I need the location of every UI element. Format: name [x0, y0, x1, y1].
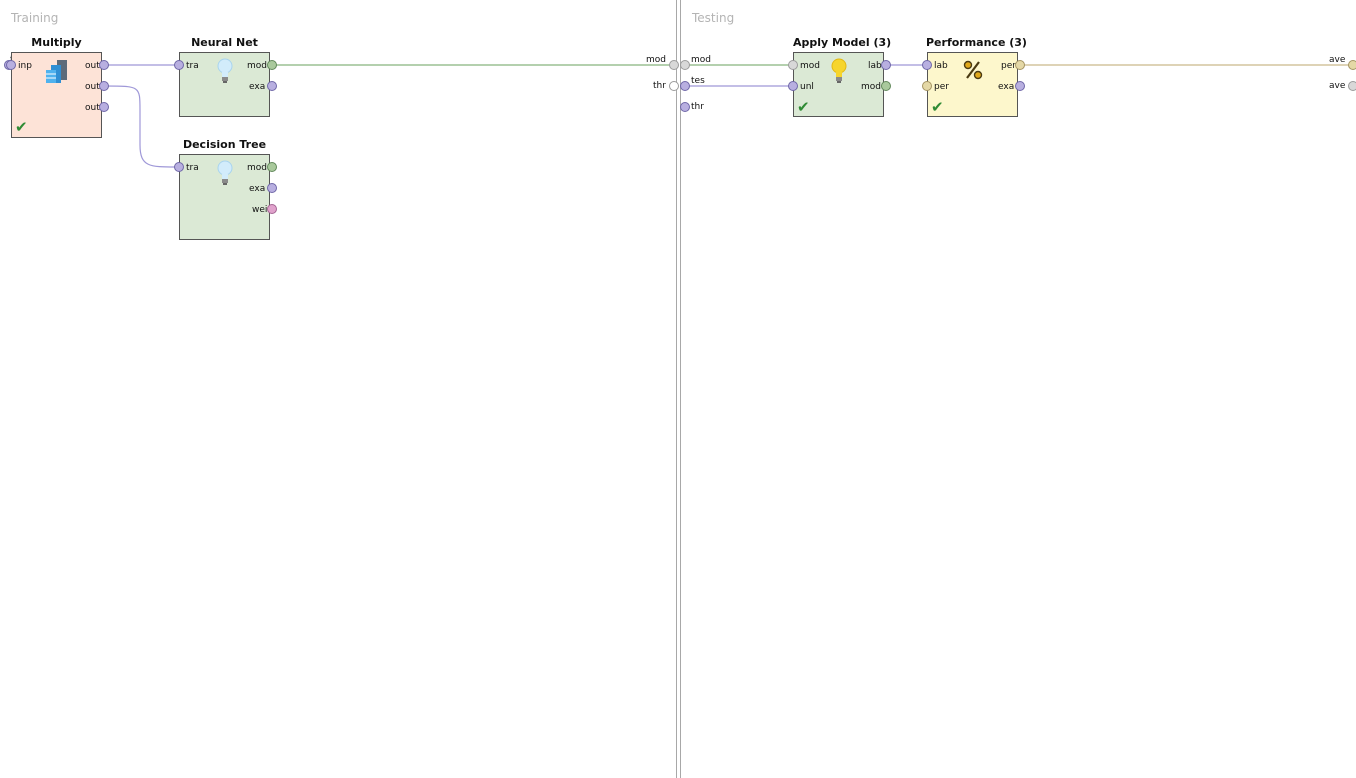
testing-mod-input-port[interactable] — [680, 60, 690, 70]
decision-tree-mod-label: mod — [247, 163, 267, 173]
testing-ave-output-port-2[interactable] — [1348, 81, 1356, 91]
performance-exa-label: exa — [998, 82, 1015, 92]
neural-net-tra-label: tra — [186, 61, 199, 71]
multiply-out3-label: out — [85, 103, 100, 113]
multiply-out2-port[interactable] — [99, 81, 109, 91]
multiply-out3-port[interactable] — [99, 102, 109, 112]
decision-tree-exa-label: exa — [249, 184, 266, 194]
apply-model-unl-port[interactable] — [788, 81, 798, 91]
multiply-inp-port[interactable] — [6, 60, 16, 70]
testing-tes-input-port[interactable] — [680, 81, 690, 91]
apply-model-success-check-icon: ✔ — [797, 98, 810, 116]
apply-model-mod-port[interactable] — [788, 60, 798, 70]
multiply-operator-title: Multiply — [31, 36, 82, 49]
apply-model-mod-out-label: mod — [861, 82, 881, 92]
decision-tree-exa-port[interactable] — [267, 183, 277, 193]
apply-model-operator[interactable]: mod unl lab mod ✔ — [793, 52, 884, 117]
apply-model-mod-out-port[interactable] — [881, 81, 891, 91]
decision-tree-wei-label: wei — [252, 205, 268, 215]
apply-model-mod-label: mod — [800, 61, 820, 71]
testing-panel: Testing — [681, 0, 1356, 778]
lightbulb-icon — [217, 58, 233, 83]
decision-tree-tra-label: tra — [186, 163, 199, 173]
apply-model-unl-label: unl — [800, 82, 814, 92]
multiply-operator[interactable]: inp out out out ✔ — [11, 52, 102, 138]
performance-exa-port[interactable] — [1015, 81, 1025, 91]
decision-tree-operator[interactable]: tra mod exa wei — [179, 154, 270, 240]
lightbulb-icon — [217, 160, 233, 185]
multiply-stack-icon — [46, 60, 67, 83]
multiply-out2-label: out — [85, 82, 100, 92]
neural-net-mod-label: mod — [247, 61, 267, 71]
testing-panel-title: Testing — [692, 11, 735, 25]
apply-model-lab-port[interactable] — [881, 60, 891, 70]
testing-mod-input-label: mod — [691, 55, 711, 65]
performance-lab-label: lab — [934, 61, 948, 71]
neural-net-operator-title: Neural Net — [191, 36, 258, 49]
decision-tree-wei-port[interactable] — [267, 204, 277, 214]
neural-net-tra-port[interactable] — [174, 60, 184, 70]
performance-operator-title: Performance (3) — [926, 36, 1027, 49]
performance-lab-port[interactable] — [922, 60, 932, 70]
testing-ave-output-label-1: ave — [1329, 55, 1346, 65]
neural-net-mod-port[interactable] — [267, 60, 277, 70]
performance-operator[interactable]: lab per per exa ✔ — [927, 52, 1018, 117]
decision-tree-operator-title: Decision Tree — [182, 138, 267, 151]
performance-per-out-label: per — [1001, 61, 1016, 71]
testing-tes-input-label: tes — [691, 76, 705, 86]
multiply-out1-port[interactable] — [99, 60, 109, 70]
multiply-out1-label: out — [85, 61, 100, 71]
training-mod-output-label: mod — [646, 55, 666, 65]
panel-divider[interactable] — [676, 0, 677, 778]
multiply-inp-label: inp — [18, 61, 32, 71]
testing-thr-input-port[interactable] — [680, 102, 690, 112]
testing-thr-input-label: thr — [691, 102, 704, 112]
testing-ave-output-label-2: ave — [1329, 81, 1346, 91]
performance-success-check-icon: ✔ — [931, 98, 944, 116]
neural-net-operator[interactable]: tra mod exa — [179, 52, 270, 117]
training-thr-output-label: thr — [653, 81, 666, 91]
training-mod-output-port[interactable] — [669, 60, 679, 70]
neural-net-exa-port[interactable] — [267, 81, 277, 91]
training-thr-output-port[interactable] — [669, 81, 679, 91]
performance-per-in-label: per — [934, 82, 949, 92]
testing-ave-output-port-1[interactable] — [1348, 60, 1356, 70]
percent-icon — [963, 60, 983, 80]
apply-model-operator-title: Apply Model (3) — [793, 36, 892, 49]
decision-tree-mod-port[interactable] — [267, 162, 277, 172]
lightbulb-lit-icon — [831, 58, 847, 83]
training-panel-title: Training — [11, 11, 59, 25]
neural-net-exa-label: exa — [249, 82, 266, 92]
performance-per-in-port[interactable] — [922, 81, 932, 91]
decision-tree-tra-port[interactable] — [174, 162, 184, 172]
performance-per-out-port[interactable] — [1015, 60, 1025, 70]
apply-model-lab-label: lab — [868, 61, 882, 71]
multiply-success-check-icon: ✔ — [15, 118, 28, 136]
